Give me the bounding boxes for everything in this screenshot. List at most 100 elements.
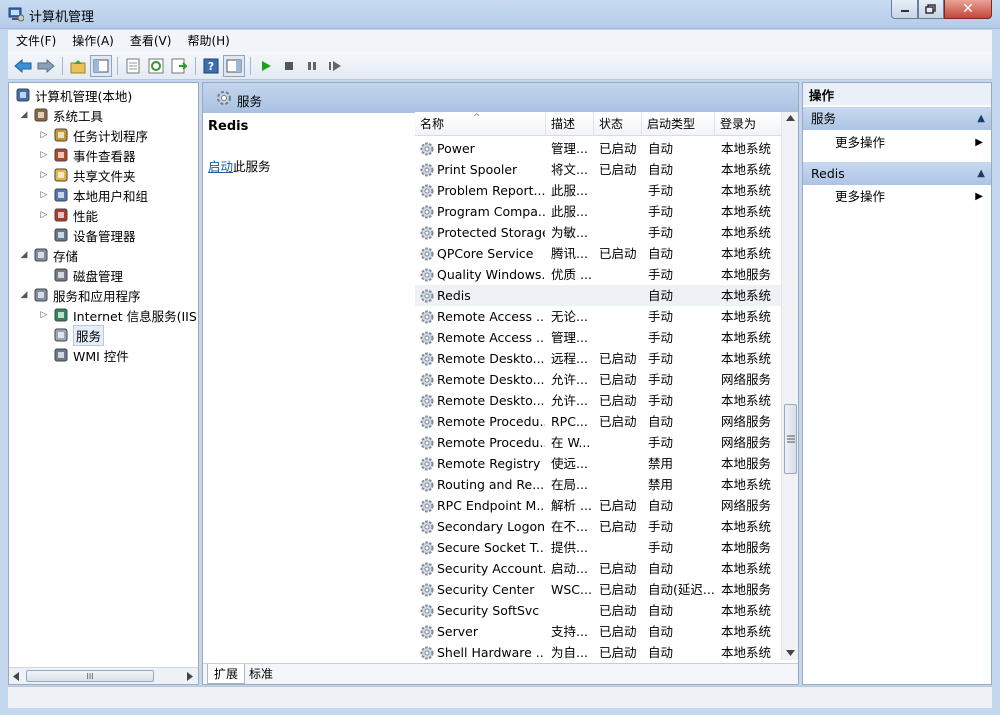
collapse-up-icon: ▲: [977, 113, 985, 124]
tree-item[interactable]: WMI 控件: [39, 345, 129, 365]
service-row[interactable]: Program Compa... 此服... 手动 本地系统: [415, 201, 781, 222]
service-row[interactable]: Problem Report... 此服... 手动 本地系统: [415, 180, 781, 201]
menu-file[interactable]: 文件(F): [8, 30, 64, 52]
service-row[interactable]: Remote Deskto... 允许... 已启动 手动 网络服务: [415, 369, 781, 390]
service-description: [551, 600, 595, 621]
service-row[interactable]: Secure Socket T... 提供... 手动 本地服务: [415, 537, 781, 558]
expanded-arrow-icon[interactable]: ◢: [19, 110, 29, 120]
service-row[interactable]: Security SoftSvc 已启动 自动 本地系统: [415, 600, 781, 621]
service-row[interactable]: Protected Storage 为敏... 手动 本地系统: [415, 222, 781, 243]
actions-section-redis[interactable]: Redis ▲: [803, 162, 991, 185]
service-row[interactable]: Remote Deskto... 允许... 已启动 手动 本地系统: [415, 390, 781, 411]
collapsed-arrow-icon[interactable]: ▷: [39, 190, 49, 200]
service-row[interactable]: Remote Access ... 管理... 手动 本地系统: [415, 327, 781, 348]
tab-extended[interactable]: 扩展: [207, 664, 246, 684]
collapsed-arrow-icon[interactable]: ▷: [39, 170, 49, 180]
column-header-status[interactable]: 状态: [594, 112, 642, 136]
help-button[interactable]: ?: [200, 55, 222, 77]
menu-view[interactable]: 查看(V): [122, 30, 180, 52]
tab-standard[interactable]: 标准: [243, 664, 279, 684]
service-row[interactable]: Secondary Logon 在不... 已启动 手动 本地系统: [415, 516, 781, 537]
service-row[interactable]: Remote Procedu... RPC... 已启动 自动 网络服务: [415, 411, 781, 432]
refresh-button[interactable]: [145, 55, 167, 77]
service-row[interactable]: Security Center WSC... 已启动 自动(延迟... 本地服务: [415, 579, 781, 600]
tree-item[interactable]: ▷ 性能: [39, 205, 98, 225]
tree-item[interactable]: ▷ 本地用户和组: [39, 185, 148, 205]
forward-button[interactable]: [35, 55, 57, 77]
tree-item[interactable]: ◢ 系统工具: [19, 105, 103, 125]
stop-service-button[interactable]: [278, 55, 300, 77]
export-list-button[interactable]: [168, 55, 190, 77]
column-header-startup-type[interactable]: 启动类型: [642, 112, 715, 136]
start-service-text: 启动此服务: [208, 156, 271, 175]
start-service-button[interactable]: [255, 55, 277, 77]
service-row[interactable]: Print Spooler 将文... 已启动 自动 本地系统: [415, 159, 781, 180]
show-hide-tree-button[interactable]: [90, 54, 112, 77]
tree-item[interactable]: 磁盘管理: [39, 265, 123, 285]
tree-item[interactable]: ▷ 任务计划程序: [39, 125, 148, 145]
column-header-name[interactable]: 名称 ^: [415, 112, 546, 136]
up-folder-button[interactable]: [67, 55, 89, 77]
service-startup-type: 手动: [648, 330, 674, 345]
show-hide-action-pane-button[interactable]: [223, 54, 245, 77]
service-detail: Redis 启动此服务: [203, 113, 403, 673]
maximize-button[interactable]: [918, 0, 944, 19]
service-row[interactable]: Remote Procedu... 在 W... 手动 网络服务: [415, 432, 781, 453]
minimize-button[interactable]: [891, 0, 918, 19]
service-logon-as: 本地系统: [721, 204, 772, 219]
column-header-description[interactable]: 描述: [546, 112, 594, 136]
service-row[interactable]: Shell Hardware ... 为自... 已启动 自动 本地系统: [415, 642, 781, 660]
close-button[interactable]: ✕: [944, 0, 992, 19]
help-icon: ?: [203, 58, 219, 73]
service-row[interactable]: Redis 自动 本地系统: [415, 285, 781, 306]
tree-item[interactable]: 计算机管理(本地): [11, 85, 132, 105]
service-gear-icon: [420, 331, 434, 345]
tree-item-label: WMI 控件: [73, 348, 129, 364]
service-name: Quality Windows...: [437, 267, 545, 282]
tree-item[interactable]: ▷ 事件查看器: [39, 145, 136, 165]
service-row[interactable]: QPCore Service 腾讯... 已启动 自动 本地系统: [415, 243, 781, 264]
pause-service-button[interactable]: [301, 55, 323, 77]
service-row[interactable]: Remote Access ... 无论... 手动 本地系统: [415, 306, 781, 327]
menu-action[interactable]: 操作(A): [64, 30, 122, 52]
more-actions-redis[interactable]: 更多操作 ▶: [803, 186, 991, 208]
column-header-logon-as[interactable]: 登录为: [715, 112, 781, 136]
service-row[interactable]: Remote Registry 使远... 禁用 本地服务: [415, 453, 781, 474]
service-row[interactable]: Routing and Re... 在局... 禁用 本地系统: [415, 474, 781, 495]
scrollbar-thumb[interactable]: III: [26, 670, 154, 682]
collapsed-arrow-icon[interactable]: ▷: [39, 210, 49, 220]
collapsed-arrow-icon[interactable]: ▷: [39, 310, 49, 320]
tree-item[interactable]: ▷ 共享文件夹: [39, 165, 136, 185]
service-row[interactable]: Remote Deskto... 远程... 已启动 手动 本地系统: [415, 348, 781, 369]
properties-button[interactable]: [122, 55, 144, 77]
vertical-scrollbar[interactable]: [781, 112, 798, 660]
service-row[interactable]: Server 支持... 已启动 自动 本地系统: [415, 621, 781, 642]
actions-section-services[interactable]: 服务 ▲: [803, 107, 991, 130]
back-button[interactable]: [12, 55, 34, 77]
more-actions-services[interactable]: 更多操作 ▶: [803, 132, 991, 154]
restart-service-button[interactable]: [324, 55, 346, 77]
sort-ascending-icon: ^: [473, 113, 481, 123]
horizontal-scrollbar[interactable]: III: [9, 667, 198, 684]
service-name: Remote Registry: [437, 456, 541, 471]
menu-help[interactable]: 帮助(H): [179, 30, 237, 52]
service-row[interactable]: RPC Endpoint M... 解析 ... 已启动 自动 网络服务: [415, 495, 781, 516]
scrollbar-thumb[interactable]: [784, 404, 797, 474]
service-row[interactable]: Quality Windows... 优质 ... 手动 本地服务: [415, 264, 781, 285]
collapsed-arrow-icon[interactable]: ▷: [39, 150, 49, 160]
expanded-arrow-icon[interactable]: ◢: [19, 250, 29, 260]
tree-item[interactable]: ◢ 服务和应用程序: [19, 285, 141, 305]
tree-item[interactable]: ▷ Internet 信息服务(IIS)管: [39, 305, 198, 325]
service-status: [599, 432, 643, 453]
tree-item[interactable]: ◢ 存储: [19, 245, 78, 265]
tree-item[interactable]: 设备管理器: [39, 225, 136, 245]
status-bar: [8, 686, 992, 708]
service-description: 无论...: [551, 309, 588, 324]
start-service-link[interactable]: 启动: [208, 159, 233, 174]
collapsed-arrow-icon[interactable]: ▷: [39, 130, 49, 140]
service-row[interactable]: Power 管理... 已启动 自动 本地系统: [415, 138, 781, 159]
service-name: Remote Deskto...: [437, 351, 545, 366]
service-row[interactable]: Security Account... 启动... 已启动 自动 本地系统: [415, 558, 781, 579]
expanded-arrow-icon[interactable]: ◢: [19, 290, 29, 300]
tree-item[interactable]: 服务: [39, 324, 105, 346]
